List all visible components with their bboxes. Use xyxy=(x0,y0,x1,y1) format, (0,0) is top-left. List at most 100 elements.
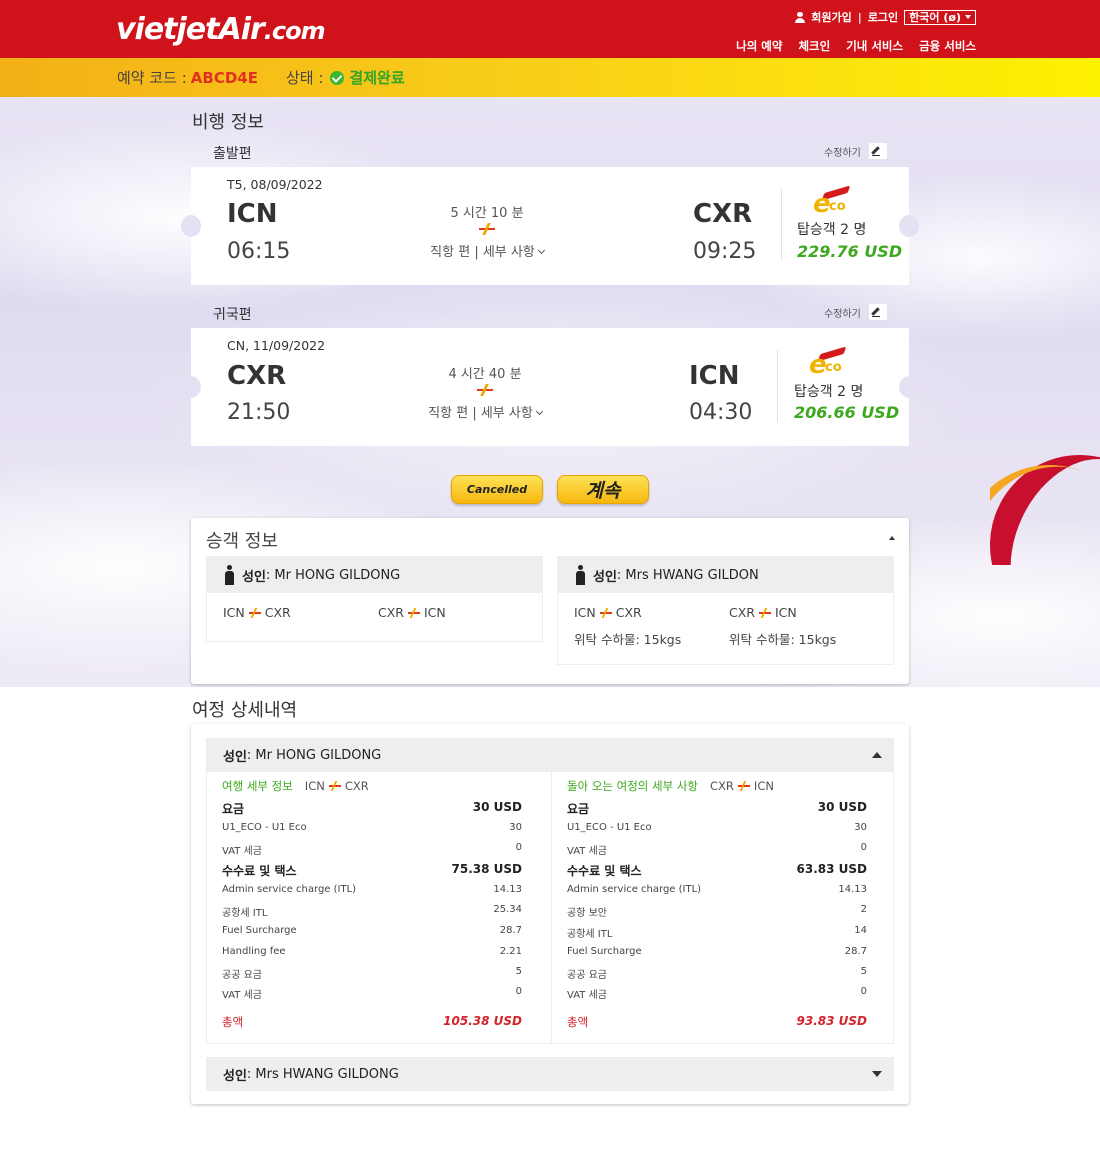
plane-icon xyxy=(328,781,341,791)
continue-button[interactable]: 계속 xyxy=(557,475,649,504)
nav-my-booking[interactable]: 나의 예약 xyxy=(736,38,782,54)
chevron-up-icon xyxy=(872,752,882,758)
departure-code: ICN xyxy=(227,199,278,229)
route-inbound: CXR ICN xyxy=(729,605,797,620)
route-outbound: ICN CXR xyxy=(574,605,642,620)
arrival-time: 09:25 xyxy=(693,239,757,264)
pencil-icon xyxy=(868,143,887,159)
inbound-flight-card: CN, 11/09/2022 CXR 21:50 4 시간 40 분 직항 편 … xyxy=(181,328,919,446)
route-outbound: ICN CXR xyxy=(223,605,291,620)
divider xyxy=(777,350,778,422)
itinerary-passenger-header[interactable]: 성인 : Mrs HWANG GILDONG xyxy=(206,1057,894,1091)
fee-item-row: 공공 요금 5 xyxy=(222,966,522,981)
route-inbound: CXR ICN xyxy=(378,605,446,620)
outbound-detail-title: 여행 세부 정보 ICN CXR xyxy=(222,779,369,793)
flight-details-link[interactable]: 직항 편 | 세부 사항 xyxy=(387,241,587,260)
inbound-fare-column: 돌아 오는 여정의 세부 사항 CXR ICN 요금 30 USD U1_ECO -… xyxy=(551,772,894,1044)
passenger-card: 성인 : Mr HONG GILDONG ICN CXR CXR ICN xyxy=(206,556,543,642)
passenger-name: : Mrs HWANG GILDONG xyxy=(246,1066,399,1082)
inbound-detail-title: 돌아 오는 여정의 세부 사항 CXR ICN xyxy=(567,779,774,793)
nav-finance-service[interactable]: 금융 서비스 xyxy=(919,38,976,54)
departure-code: CXR xyxy=(227,361,287,391)
flight-date: CN, 11/09/2022 xyxy=(227,338,326,353)
fare-breakdown: 여행 세부 정보 ICN CXR 요금 30 USD U1_ECO - U1 Eco… xyxy=(206,772,894,1044)
edit-outbound-link[interactable]: 수정하기 xyxy=(824,143,887,159)
outbound-label: 출발편 xyxy=(213,146,252,162)
fee-item-row: Handling fee 2.21 xyxy=(222,946,522,957)
fee-item-row: Fuel Surcharge 28.7 xyxy=(567,946,867,957)
top-header: vietjetAir.com 회원가입 | 로그인 한국어 (ø) 나의 예약 … xyxy=(0,0,1100,58)
passenger-info-panel: 승객 정보 성인 : Mr HONG GILDONG ICN CXR CXR ICN… xyxy=(191,518,909,684)
flight-date: T5, 08/09/2022 xyxy=(227,177,323,192)
plane-icon xyxy=(737,781,750,791)
plane-icon xyxy=(248,608,261,618)
passenger-name: : Mr HONG GILDONG xyxy=(265,567,401,583)
main-nav: 나의 예약 체크인 기내 서비스 금융 서비스 xyxy=(736,38,976,54)
fee-item-row: Admin service charge (ITL) 14.13 xyxy=(222,884,522,895)
adult-icon xyxy=(225,565,234,585)
chevron-down-icon xyxy=(965,15,971,19)
flight-info-title: 비행 정보 xyxy=(192,112,264,133)
fare-item-row: VAT 세금 0 xyxy=(567,842,867,857)
total-row: 총액 105.38 USD xyxy=(222,1014,522,1029)
signup-link[interactable]: 회원가입 xyxy=(811,9,851,25)
page: vietjetAir.com 회원가입 | 로그인 한국어 (ø) 나의 예약 … xyxy=(0,0,1100,1167)
plane-icon xyxy=(407,608,420,618)
passenger-name: : Mr HONG GILDONG xyxy=(246,747,382,763)
flight-summary: 5 시간 10 분 직항 편 | 세부 사항 xyxy=(387,202,587,260)
edit-inbound-link[interactable]: 수정하기 xyxy=(824,304,887,320)
nav-inflight-service[interactable]: 기내 서비스 xyxy=(846,38,903,54)
pencil-icon xyxy=(868,304,887,320)
adult-icon xyxy=(576,565,585,585)
fee-row: 수수료 및 택스 75.38 USD xyxy=(222,862,522,878)
total-row: 총액 93.83 USD xyxy=(567,1014,867,1029)
status-value: 결제완료 xyxy=(349,69,405,87)
fee-item-row: Fuel Surcharge 28.7 xyxy=(222,925,522,936)
plane-icon xyxy=(479,223,495,235)
outbound-flight-card: T5, 08/09/2022 ICN 06:15 5 시간 10 분 직항 편 … xyxy=(181,167,919,285)
flight-summary: 4 시간 40 분 직항 편 | 세부 사항 xyxy=(385,363,585,421)
fare-price: 229.76 USD xyxy=(797,242,903,261)
booking-status-bar: 예약 코드 : ABCD4E 상태 : 결제완료 xyxy=(0,58,1100,97)
passenger-type: 성인 xyxy=(242,569,266,585)
login-link[interactable]: 로그인 xyxy=(868,9,898,25)
passenger-type: 성인 xyxy=(223,749,247,765)
fare-row: 요금 30 USD xyxy=(222,800,522,816)
passenger-header: 성인 : Mrs HWANG GILDON xyxy=(558,557,893,593)
checked-baggage: 위탁 수하물: 15kgs xyxy=(729,632,837,647)
language-select[interactable]: 한국어 (ø) xyxy=(904,9,976,25)
passenger-header: 성인 : Mr HONG GILDONG xyxy=(207,557,542,593)
expand-toggle[interactable] xyxy=(872,1071,882,1077)
checked-baggage: 위탁 수하물: 15kgs xyxy=(574,632,682,647)
chevron-down-icon xyxy=(537,246,545,255)
cancel-button[interactable]: Cancelled xyxy=(451,475,543,504)
passenger-name: : Mrs HWANG GILDON xyxy=(616,567,759,583)
check-circle-icon xyxy=(330,70,345,85)
itinerary-passenger-header[interactable]: 성인 : Mr HONG GILDONG xyxy=(206,738,894,772)
fee-row: 수수료 및 택스 63.83 USD xyxy=(567,862,867,878)
fee-item-row: 공항세 ITL 14 xyxy=(567,925,867,940)
collapse-toggle[interactable] xyxy=(889,536,895,540)
fare-item-row: VAT 세금 0 xyxy=(222,842,522,857)
fare-item-row: U1_ECO - U1 Eco 30 xyxy=(567,822,867,833)
vietjet-logo[interactable]: vietjetAir.com xyxy=(116,12,326,47)
arrival-time: 04:30 xyxy=(689,400,753,425)
plane-icon xyxy=(477,384,493,396)
fee-item-row: 공항 보안 2 xyxy=(567,904,867,919)
plane-icon xyxy=(599,608,612,618)
passenger-info-title: 승객 정보 xyxy=(206,531,278,552)
nav-checkin[interactable]: 체크인 xyxy=(798,38,830,54)
inbound-label: 귀국편 xyxy=(213,307,252,323)
fee-item-row: VAT 세금 0 xyxy=(222,986,522,1001)
passenger-card: 성인 : Mrs HWANG GILDON ICN CXR 위탁 수하물: 15k… xyxy=(557,556,894,665)
collapse-toggle[interactable] xyxy=(872,752,882,758)
fare-item-row: U1_ECO - U1 Eco 30 xyxy=(222,822,522,833)
flight-duration: 5 시간 10 분 xyxy=(450,206,524,221)
fee-item-row: 공공 요금 5 xyxy=(567,966,867,981)
flight-details-link[interactable]: 직항 편 | 세부 사항 xyxy=(385,402,585,421)
plane-icon xyxy=(758,608,771,618)
passenger-count: 탑승객 2 명 xyxy=(794,384,864,400)
arrival-code: CXR xyxy=(693,199,753,229)
arrival-code: ICN xyxy=(689,361,740,391)
booking-code: ABCD4E xyxy=(190,68,258,87)
